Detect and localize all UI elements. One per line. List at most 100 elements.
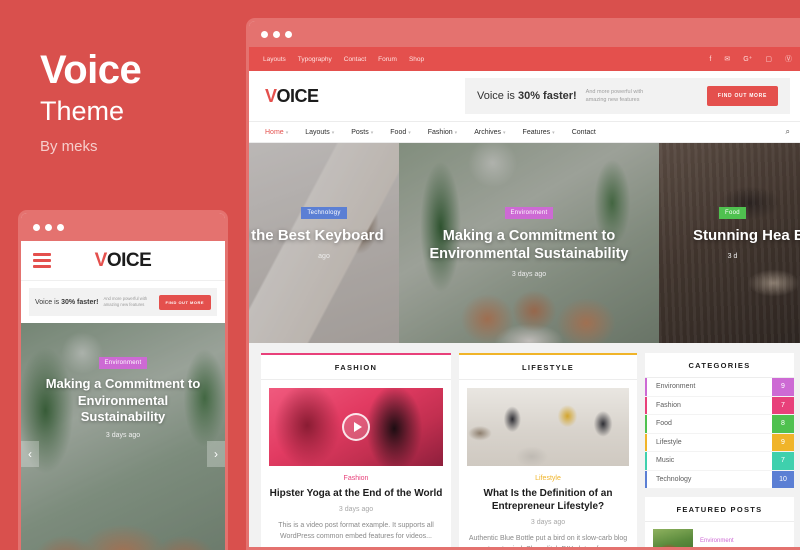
nav-item-archives[interactable]: Archives ▾ — [474, 129, 505, 136]
lifestyle-post-thumbnail[interactable] — [467, 388, 629, 466]
nav-item-posts[interactable]: Posts ▾ — [351, 129, 373, 136]
slide-category-badge[interactable]: Environment — [504, 207, 554, 219]
slide-date: 3 days ago — [511, 270, 547, 278]
nav-item-fashion[interactable]: Fashion ▾ — [428, 129, 457, 136]
category-row-food[interactable]: Food 8 — [645, 415, 794, 434]
topbar-link-typography[interactable]: Typography — [298, 56, 332, 63]
chevron-down-icon: ▾ — [331, 129, 335, 136]
nav-item-food[interactable]: Food ▾ — [390, 129, 410, 136]
phone-slide-content: Environment Making a Commitment to Envir… — [21, 351, 225, 439]
category-row-fashion[interactable]: Fashion 7 — [645, 396, 794, 415]
sidebar: CATEGORIES Environment 9 Fashion 7 Food — [645, 353, 794, 547]
site-logo[interactable]: VOICE — [265, 86, 319, 107]
phone-banner-cta-button[interactable]: FIND OUT MORE — [158, 294, 211, 310]
slide-content: Environment Making a Commitment to Envir… — [399, 201, 659, 278]
phone-slide-title[interactable]: Making a Commitment to Environmental Sus… — [45, 376, 201, 426]
categories-widget: CATEGORIES Environment 9 Fashion 7 Food — [645, 353, 794, 489]
logo-first-letter: V — [265, 85, 277, 106]
phone-slider-next-arrow-icon[interactable]: › — [207, 441, 225, 467]
window-dot-maximize-icon[interactable] — [57, 223, 64, 231]
screenshot-stage: Voice Theme By meks VOICE Voice is 30% f… — [0, 0, 800, 550]
chevron-down-icon: ▾ — [552, 129, 555, 136]
promo-banner[interactable]: Voice is 30% faster! And more powerful w… — [465, 78, 790, 114]
category-row-technology[interactable]: Technology 10 — [645, 470, 794, 489]
window-dot-close-icon[interactable] — [33, 223, 40, 231]
category-row-environment[interactable]: Environment 9 — [645, 378, 794, 397]
fashion-column: FASHION Fashion Hipster Yoga at the End … — [261, 353, 451, 547]
nav-item-layouts[interactable]: Layouts ▾ — [305, 129, 334, 136]
topbar-link-contact[interactable]: Contact — [344, 56, 366, 63]
chevron-down-icon: ▾ — [408, 129, 411, 136]
fashion-section-title: FASHION — [261, 355, 451, 380]
fashion-post-thumbnail[interactable] — [269, 388, 443, 466]
hero-slide-technology[interactable]: Technology s of the Best Keyboard ago — [249, 143, 399, 343]
play-icon[interactable] — [342, 413, 370, 441]
instagram-icon[interactable]: ▢ — [765, 55, 772, 63]
featured-posts-widget: FEATURED POSTS Environment Solar Energy … — [645, 497, 794, 547]
phone-logo-rest: OICE — [106, 249, 152, 271]
hero-slider[interactable]: Technology s of the Best Keyboard ago En… — [249, 143, 800, 343]
topbar-link-layouts[interactable]: Layouts — [263, 56, 286, 63]
banner-subtext: And more powerful with amazing new featur… — [585, 88, 644, 103]
category-count-badge: 9 — [772, 433, 794, 451]
phone-slide-category-badge[interactable]: Environment — [98, 357, 148, 369]
banner-headline-strong: 30% faster! — [517, 90, 577, 102]
lifestyle-post-date: 3 days ago — [530, 519, 566, 526]
chevron-down-icon: ▾ — [370, 129, 374, 136]
nav-item-home[interactable]: Home ▾ — [265, 129, 288, 136]
fashion-post-excerpt: This is a video post format example. It … — [278, 522, 434, 540]
topbar-link-forum[interactable]: Forum — [378, 56, 397, 63]
search-icon[interactable]: ⌕ — [786, 127, 790, 137]
hero-slide-food[interactable]: Food Stunning Hea Eating C 3 d — [659, 143, 800, 343]
banner-headline: Voice is 30% faster! — [477, 90, 577, 102]
category-count-badge: 9 — [772, 378, 794, 396]
slide-category-badge[interactable]: Food — [719, 207, 746, 219]
promo-title: Voice — [40, 48, 142, 92]
lifestyle-post-category[interactable]: Lifestyle — [467, 475, 629, 482]
lifestyle-post-card[interactable]: Lifestyle What Is the Definition of an E… — [459, 380, 637, 547]
window-dot-minimize-icon[interactable] — [45, 223, 52, 231]
lifestyle-section-title: LIFESTYLE — [459, 355, 637, 380]
fashion-post-card[interactable]: Fashion Hipster Yoga at the End of the W… — [261, 380, 451, 547]
category-row-lifestyle[interactable]: Lifestyle 9 — [645, 433, 794, 452]
fashion-post-title[interactable]: Hipster Yoga at the End of the World — [269, 487, 443, 500]
phone-slide-date: 3 days ago — [105, 431, 141, 439]
phone-hero-slider[interactable]: Environment Making a Commitment to Envir… — [21, 323, 225, 550]
slide-title[interactable]: s of the Best Keyboard — [249, 227, 385, 246]
site-header: VOICE Voice is 30% faster! And more powe… — [249, 71, 800, 121]
window-dot-minimize-icon[interactable] — [273, 30, 280, 38]
hero-slide-environment[interactable]: Environment Making a Commitment to Envir… — [399, 143, 659, 343]
twitter-icon[interactable]: ✉ — [724, 55, 730, 63]
slide-content: Technology s of the Best Keyboard ago — [249, 201, 399, 260]
featured-post-category[interactable]: Environment — [700, 538, 734, 544]
slide-title[interactable]: Making a Commitment to Environmental Sus… — [413, 227, 645, 264]
fashion-post-category[interactable]: Fashion — [269, 475, 443, 482]
slide-category-badge[interactable]: Technology — [301, 207, 347, 219]
facebook-icon[interactable]: f — [709, 56, 711, 63]
browser-mockup: Layouts Typography Contact Forum Shop f … — [246, 18, 800, 550]
main-navigation: Home ▾ Layouts ▾ Posts ▾ Food ▾ Fashion ▾ Arc… — [249, 121, 800, 143]
content-area: FASHION Fashion Hipster Yoga at the End … — [249, 343, 800, 547]
phone-promo-banner[interactable]: Voice is 30% faster! And more powerful w… — [29, 288, 217, 316]
featured-post-thumbnail[interactable] — [653, 529, 693, 547]
topbar-link-shop[interactable]: Shop — [409, 56, 424, 63]
nav-item-contact[interactable]: Contact — [572, 129, 596, 136]
phone-mockup: VOICE Voice is 30% faster! And more powe… — [18, 210, 228, 550]
window-dot-maximize-icon[interactable] — [285, 30, 292, 38]
promo-author: By meks — [40, 138, 98, 155]
category-count-badge: 10 — [772, 470, 794, 488]
category-count-badge: 8 — [772, 415, 794, 433]
phone-slider-prev-arrow-icon[interactable]: ‹ — [21, 441, 39, 467]
chevron-down-icon: ▾ — [454, 129, 458, 136]
window-dot-close-icon[interactable] — [261, 30, 268, 38]
nav-item-features[interactable]: Features ▾ — [523, 129, 555, 136]
featured-post-item[interactable]: Environment Solar Energy for — [645, 522, 794, 547]
banner-cta-button[interactable]: FIND OUT MORE — [706, 86, 778, 106]
lifestyle-post-title[interactable]: What Is the Definition of an Entrepreneu… — [467, 487, 629, 513]
vk-icon[interactable]: Ⓥ — [785, 54, 792, 64]
googleplus-icon[interactable]: G⁺ — [743, 55, 752, 63]
slide-title[interactable]: Stunning Hea Eating C — [693, 227, 800, 246]
phone-banner-headline: Voice is 30% faster! — [35, 298, 99, 306]
category-row-music[interactable]: Music 7 — [645, 452, 794, 471]
phone-site-logo[interactable]: VOICE — [21, 250, 225, 272]
